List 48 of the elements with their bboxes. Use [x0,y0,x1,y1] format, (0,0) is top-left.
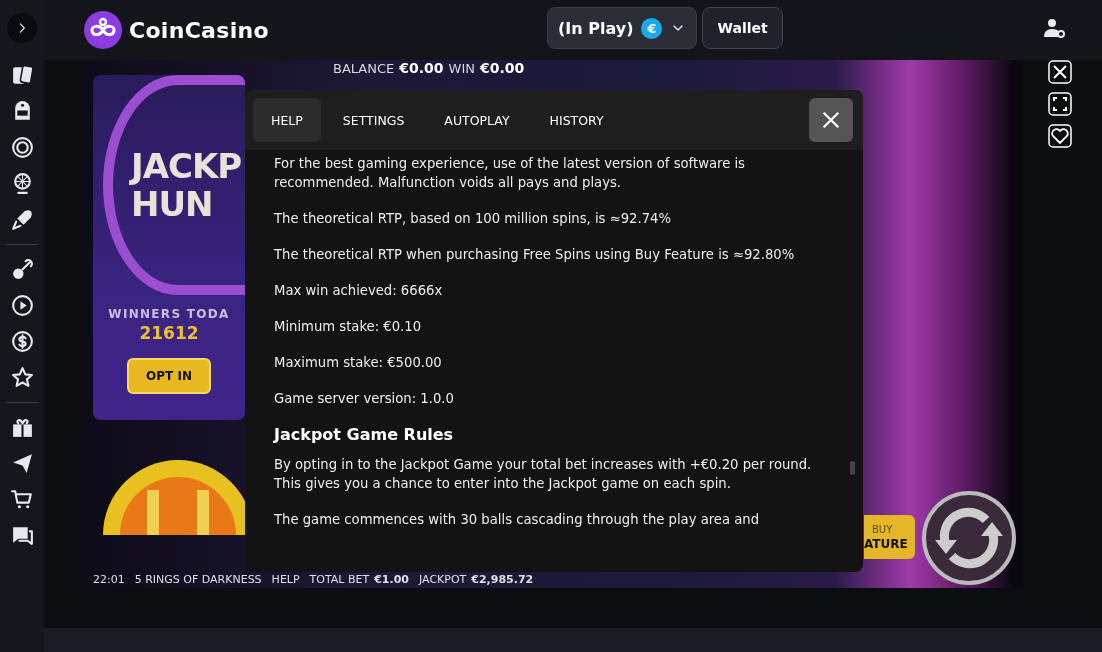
close-icon[interactable] [1048,60,1072,84]
logo-icon [83,10,123,50]
dialog-tab[interactable]: AUTOPLAY [426,98,528,142]
fullscreen-icon[interactable] [1048,92,1072,116]
status-text: TOTAL BET [309,572,370,586]
status-text: HELP [271,572,300,586]
win-label: WIN [448,61,475,76]
poker-chip-icon[interactable] [9,135,35,160]
jackpot-logo-text: HUN [131,185,213,223]
brand-name: CoinCasino [129,17,269,43]
section-heading: Jackpot Game Rules [274,425,455,444]
winners-label: WINNERS TODA [108,307,230,321]
win-value: €0.00 [480,60,525,76]
jackpot-logo-text: JACKP [131,147,243,185]
wallet-button[interactable]: Wallet [702,7,783,49]
user-settings-icon[interactable] [1042,16,1066,40]
help-paragraph: By opting in to the Jackpot Game your total bet increases with +€0.20 per round. This gives you a chance to enter into the Jackpot game on each spin. [274,456,813,493]
dialog-tab[interactable]: SETTINGS [324,98,423,142]
help-paragraph: Minimum stake: €0.10 [274,318,423,336]
scrollbar-thumb[interactable] [850,461,855,475]
dialog-close-button[interactable] [809,98,853,142]
winners-count: 21612 [139,323,199,343]
dialog-tab[interactable]: HELP [253,98,321,142]
dialog-tab[interactable]: HISTORY [531,98,622,142]
status-text: 22:01 [93,572,125,586]
dollar-coin-icon[interactable] [9,329,35,354]
spin-button[interactable] [921,490,1017,586]
status-text: JACKPOT [419,572,467,586]
currency-badge: € [641,17,663,39]
balance-dropdown[interactable]: (In Play) € [547,7,698,49]
sidebar-toggle-button[interactable] [7,13,37,43]
close-icon [820,109,842,131]
help-paragraph: Maximum stake: €500.00 [274,354,443,372]
balance-label: BALANCE [333,61,395,76]
help-paragraph: Game server version: 1.0.0 [274,390,455,408]
play-icon[interactable] [9,293,35,318]
balance-value: €0.00 [399,60,444,76]
help-paragraph: The theoretical RTP when purchasing Free Spins using Buy Feature is ≈92.80% [274,246,796,264]
status-text: 5 RINGS OF DARKNESS [134,572,262,586]
star-icon[interactable] [9,365,35,390]
help-paragraph: The game commences with 30 balls cascading through the play area and [274,511,761,529]
buy-feature-button[interactable]: BUY ATURE [864,515,915,559]
status-value: €2,985.72 [471,572,534,586]
help-paragraph: Max win achieved: 6666x [274,282,444,300]
status-value: €1.00 [374,572,409,586]
help-paragraph: The theoretical RTP, based on 100 million spins, is ≈92.74% [274,210,672,228]
opt-in-button[interactable]: OPT IN [127,358,211,394]
help-paragraph: For the best gaming experience, use of the latest version of software is recommended. Malfunction voids all pays and plays. [274,155,746,192]
